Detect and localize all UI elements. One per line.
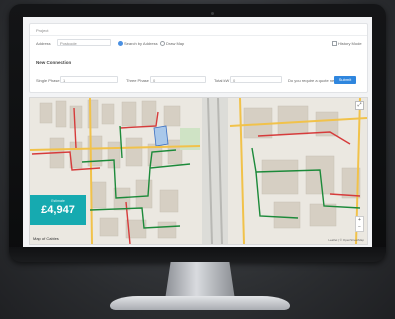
building (261, 159, 299, 195)
map-view[interactable]: Estimate £4,947 ⤢ + − Map of Cables Leaf… (29, 97, 368, 245)
history-label: History Mode (338, 41, 362, 46)
building (141, 100, 157, 128)
monitor-chin (9, 247, 386, 262)
expand-icon[interactable]: ⤢ (355, 101, 364, 110)
section-title: New Connection (36, 60, 72, 65)
building (163, 105, 181, 127)
building (39, 102, 53, 124)
building (135, 179, 153, 209)
building (273, 201, 301, 229)
monitor-scene: Project Address Postcode Search by Addre… (0, 0, 395, 319)
address-input[interactable]: Postcode (57, 39, 111, 46)
total-kw-label: Total kW (214, 78, 230, 83)
history-checkbox[interactable] (332, 41, 337, 46)
map-logo: Map of Cables (33, 236, 59, 241)
building (121, 101, 137, 127)
building (157, 221, 177, 239)
topbar: Project (30, 24, 367, 36)
building (55, 100, 67, 128)
submit-button[interactable]: Submit (334, 76, 356, 84)
building (277, 105, 309, 135)
selected-plot (153, 125, 169, 147)
building (101, 103, 115, 125)
radio-draw-map[interactable] (160, 41, 165, 46)
zoom-control[interactable]: + − (355, 216, 364, 232)
screen: Project Address Postcode Search by Addre… (23, 17, 372, 247)
camera-icon (211, 12, 214, 15)
zoom-in-button[interactable]: + (356, 217, 363, 224)
map-attribution[interactable]: Leaflet | © OpenStreetMap (328, 238, 364, 242)
building (309, 203, 337, 227)
building (99, 217, 119, 237)
radio-search-address[interactable] (118, 41, 123, 46)
rail-corridor (202, 98, 228, 244)
building (91, 181, 107, 209)
cable-green (119, 125, 123, 159)
search-panel: Project Address Postcode Search by Addre… (29, 23, 368, 93)
topbar-label: Project (36, 28, 49, 33)
building (159, 189, 179, 213)
building (69, 105, 83, 129)
quote-question: Do you require a quote next? (288, 78, 340, 83)
building (167, 139, 183, 165)
single-phase-input[interactable]: 1 (60, 76, 118, 83)
three-phase-input[interactable]: 0 (150, 76, 206, 83)
building (113, 187, 131, 211)
address-label: Address (36, 41, 51, 46)
estimate-value: £4,947 (41, 204, 75, 216)
zoom-out-button[interactable]: − (356, 224, 363, 231)
total-kw-input[interactable]: 0 (230, 76, 282, 83)
radio-search-address-label: Search by Address (124, 41, 158, 46)
single-phase-label: Single Phase (36, 78, 60, 83)
radio-draw-map-label: Draw Map (166, 41, 185, 46)
building (125, 137, 143, 167)
road (239, 98, 245, 244)
estimate-label: Estimate (51, 199, 65, 203)
three-phase-label: Three Phase (126, 78, 149, 83)
monitor-stand-base (110, 296, 290, 310)
monitor-stand-neck (165, 262, 235, 300)
estimate-card: Estimate £4,947 (30, 195, 86, 225)
